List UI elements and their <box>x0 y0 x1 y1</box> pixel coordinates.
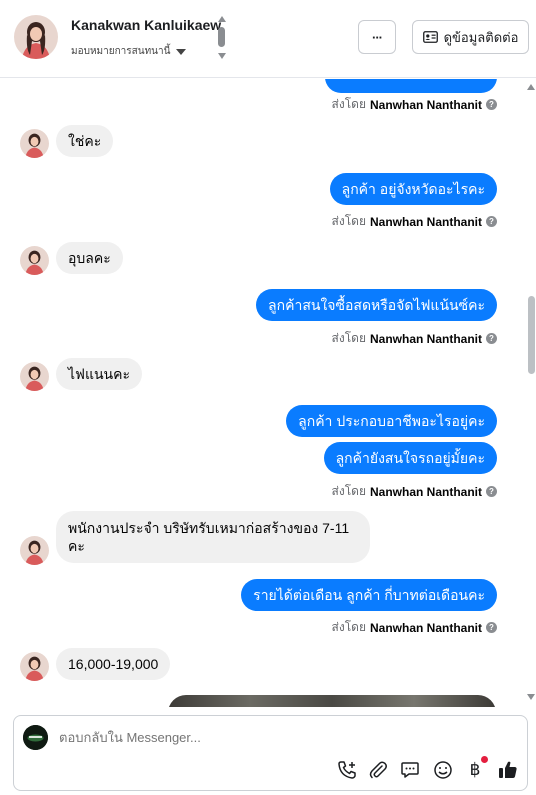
reply-composer: ฿ <box>13 715 528 791</box>
incoming-message: พนักงานประจำ บริษัทรับเหมาก่อสร้างของ 7-… <box>56 511 370 563</box>
help-icon[interactable]: ? <box>486 99 497 110</box>
thumbs-up-icon <box>499 761 517 778</box>
more-options-button[interactable]: ··· <box>358 20 396 54</box>
sent-by-line: ส่งโดย Nanwhan Nanthanit ? <box>332 95 497 114</box>
contact-name: Kanakwan Kanluikaew <box>71 17 222 33</box>
chat-bubble-icon <box>401 762 419 778</box>
page-avatar <box>23 725 48 750</box>
contact-message-avatar <box>20 362 49 391</box>
assign-conversation-dropdown[interactable]: มอบหมายการสนทนานี้ <box>71 44 187 59</box>
like-button[interactable] <box>497 759 519 781</box>
help-icon[interactable]: ? <box>486 622 497 633</box>
payment-button[interactable]: ฿ <box>464 756 488 781</box>
contact-message-avatar <box>20 246 49 275</box>
contact-message-avatar <box>20 652 49 681</box>
more-icon: ··· <box>372 29 383 45</box>
outgoing-message: ลูกค้า ประกอบอาชีพอะไรอยู่คะ <box>286 405 497 437</box>
contact-avatar[interactable] <box>14 15 58 59</box>
view-contact-label: ดูข้อมูลติดต่อ <box>443 29 519 45</box>
caret-down-icon <box>176 48 187 55</box>
notification-dot <box>481 756 488 763</box>
view-contact-button[interactable]: ดูข้อมูลติดต่อ <box>412 20 529 54</box>
attach-button[interactable] <box>367 759 389 781</box>
scroll-up-arrow-icon[interactable] <box>526 83 536 91</box>
outgoing-message: ลูกค้ายังสนใจรถอยู่มั้ยคะ <box>323 442 497 474</box>
help-icon[interactable]: ? <box>486 486 497 497</box>
call-button[interactable] <box>336 759 358 781</box>
outgoing-message: รายได้ต่อเดือน ลูกค้า กี่บาทต่อเดือนคะ <box>241 579 497 611</box>
reply-input[interactable] <box>59 730 479 745</box>
contact-message-avatar <box>20 536 49 565</box>
scroll-thumb[interactable] <box>528 296 535 374</box>
saved-replies-button[interactable] <box>399 759 421 781</box>
sent-by-line: ส่งโดย Nanwhan Nanthanit ? <box>332 329 497 348</box>
header-scroll-control[interactable] <box>217 15 227 61</box>
sent-by-line: ส่งโดย Nanwhan Nanthanit ? <box>332 618 497 637</box>
incoming-message: 16,000-19,000 <box>56 648 171 680</box>
conversation-header: Kanakwan Kanluikaew มอบหมายการสนทนานี้ ·… <box>0 0 536 78</box>
scroll-down-arrow-icon[interactable] <box>526 693 536 701</box>
baht-icon: ฿ <box>469 760 481 780</box>
outgoing-message: ลูกค้า อยู่จังหวัดอะไรคะ <box>329 173 497 205</box>
incoming-message: อุบลคะ <box>56 242 123 274</box>
help-icon[interactable]: ? <box>486 333 497 344</box>
paperclip-icon <box>369 761 387 779</box>
image-attachment-preview[interactable] <box>168 695 496 707</box>
outgoing-message: ลูกค้าสนใจซื้อสดหรือจัดไฟแน้นซ์คะ <box>256 289 497 321</box>
incoming-message: ใช่คะ <box>56 125 114 157</box>
smiley-icon <box>434 761 452 779</box>
contact-card-icon <box>422 31 438 43</box>
sent-by-line: ส่งโดย Nanwhan Nanthanit ? <box>332 482 497 501</box>
message-thread[interactable]: ส่งโดย Nanwhan Nanthanit ? ใช่คะ ลูกค้า … <box>0 79 536 707</box>
chat-scrollbar[interactable] <box>526 79 536 707</box>
help-icon[interactable]: ? <box>486 216 497 227</box>
incoming-message: ไฟแนนคะ <box>56 358 143 390</box>
contact-message-avatar <box>20 129 49 158</box>
phone-plus-icon <box>338 761 356 779</box>
sent-by-line: ส่งโดย Nanwhan Nanthanit ? <box>332 212 497 231</box>
emoji-button[interactable] <box>432 759 454 781</box>
assign-label: มอบหมายการสนทนานี้ <box>71 46 171 57</box>
outgoing-message-partial <box>325 79 497 93</box>
